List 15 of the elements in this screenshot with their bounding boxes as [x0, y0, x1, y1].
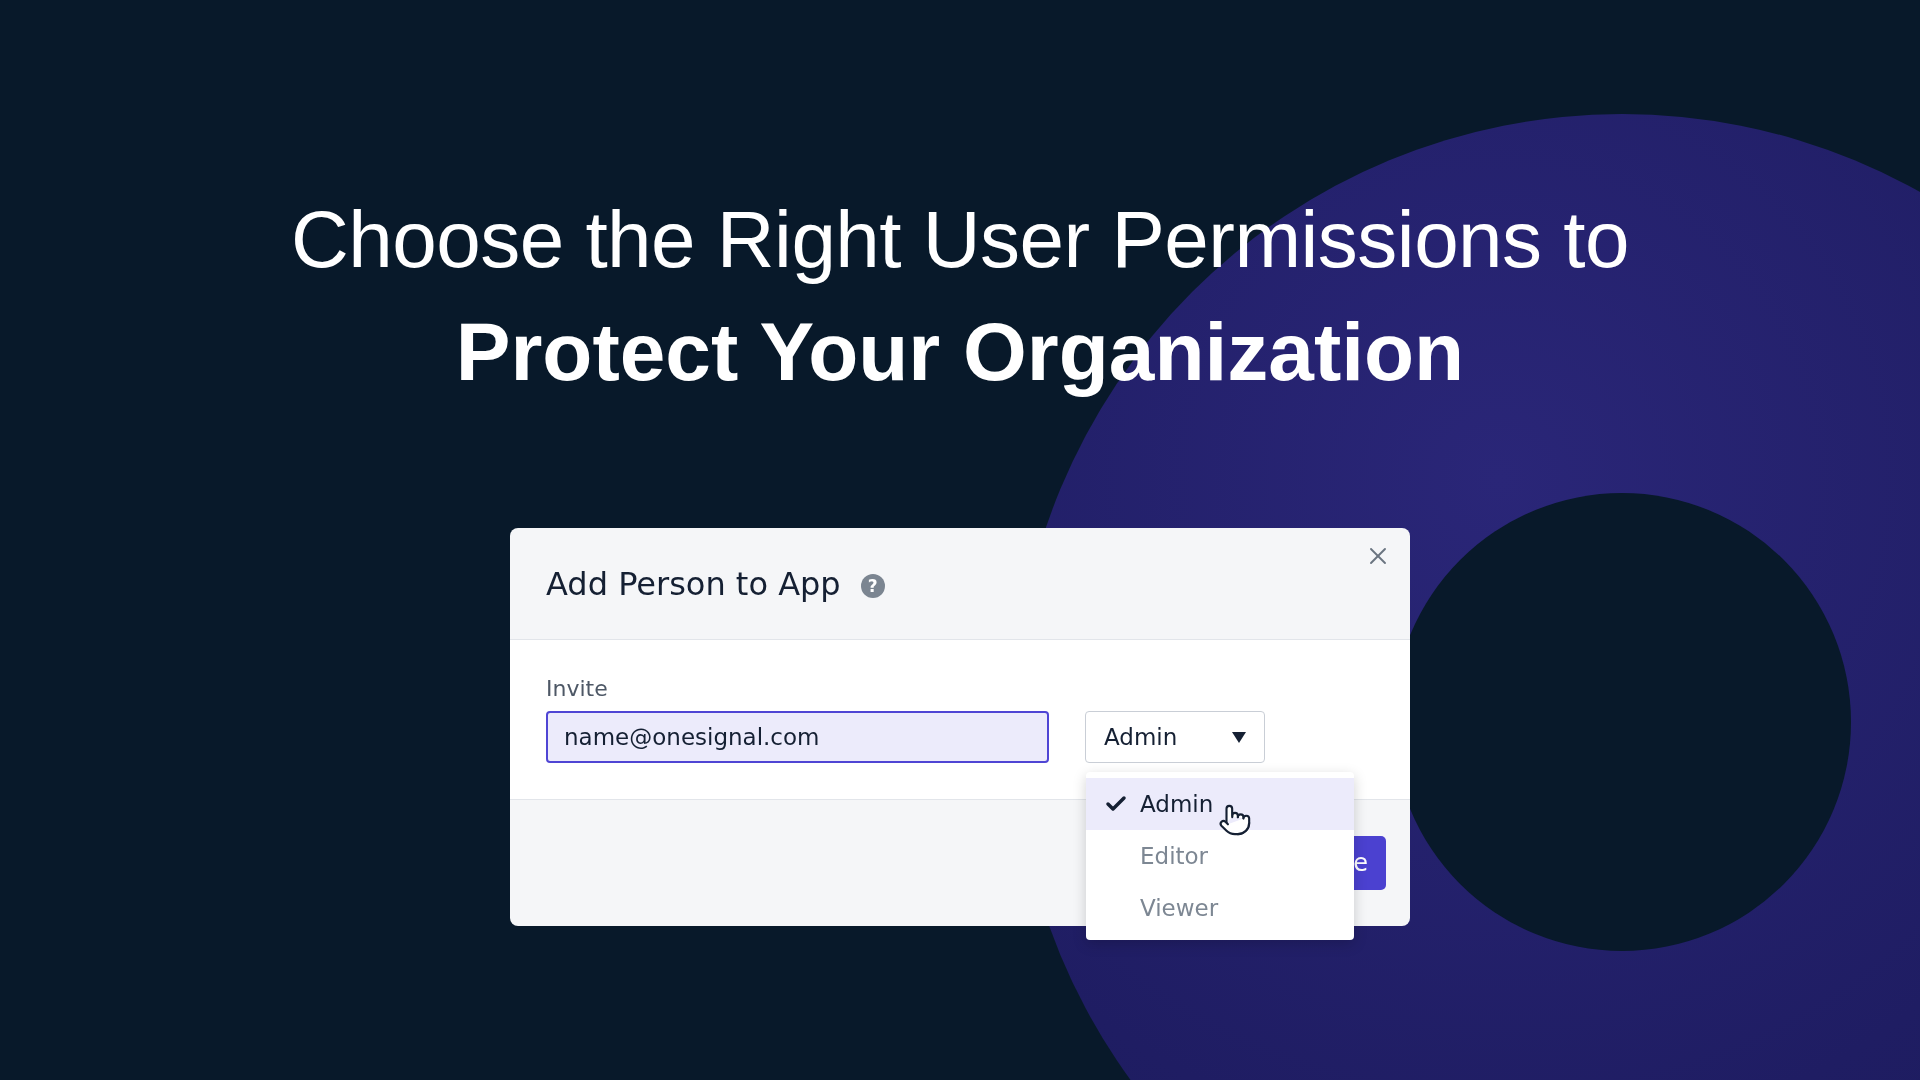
hand-cursor-icon — [1218, 803, 1252, 837]
invite-label: Invite — [546, 676, 609, 701]
menu-item-label: Admin — [1140, 791, 1214, 817]
menu-item[interactable]: Admin — [1086, 778, 1354, 830]
dialog-title: Add Person to App — [546, 564, 841, 603]
caret-icon — [1232, 731, 1246, 743]
menu-item[interactable]: Viewer — [1086, 882, 1354, 934]
role-select[interactable]: Admin — [1085, 711, 1265, 763]
help-icon[interactable]: ? — [860, 573, 885, 598]
menu-item-label: Viewer — [1140, 895, 1219, 921]
menu-item-label: Editor — [1140, 843, 1209, 869]
menu-item[interactable]: Editor — [1086, 830, 1354, 882]
email-input[interactable]: name@onesignal.com — [546, 711, 1049, 763]
headline: Protect Your Organization — [455, 305, 1465, 399]
headline: Choose the Right User Permissions to — [290, 194, 1630, 286]
